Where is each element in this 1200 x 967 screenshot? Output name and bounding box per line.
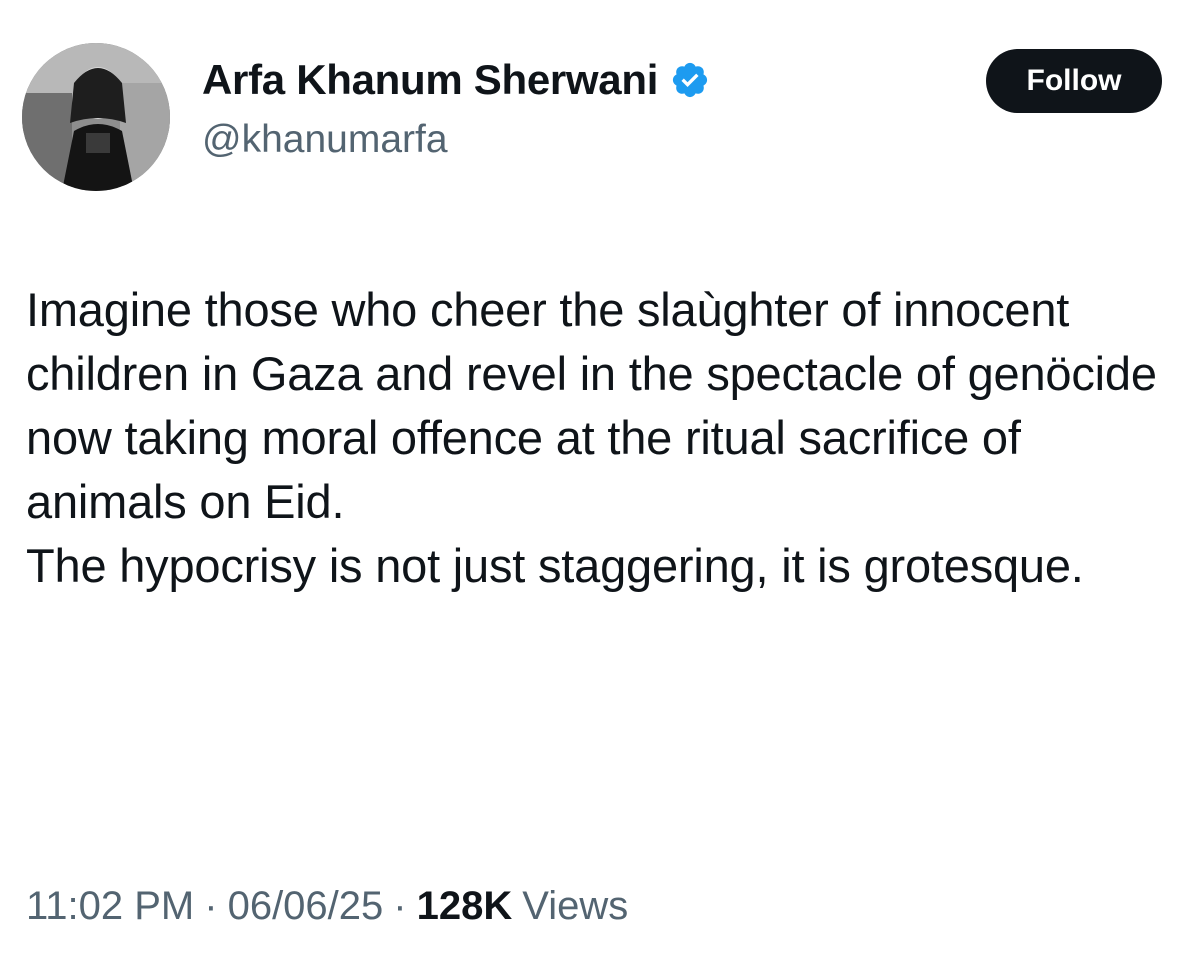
meta-separator: · bbox=[393, 884, 407, 928]
tweet-paragraph: Imagine those who cheer the slaùghter of… bbox=[26, 283, 1157, 528]
views-label: Views bbox=[522, 884, 629, 928]
author-display-name[interactable]: Arfa Khanum Sherwani bbox=[202, 56, 658, 104]
author-handle[interactable]: @khanumarfa bbox=[202, 118, 710, 162]
meta-separator: · bbox=[204, 884, 218, 928]
tweet-paragraph: The hypocrisy is not just staggering, it… bbox=[26, 539, 1084, 592]
tweet-date[interactable]: 06/06/25 bbox=[228, 884, 384, 929]
tweet-header: Arfa Khanum Sherwani @khanumarfa Follow bbox=[22, 40, 1162, 191]
tweet-card: Arfa Khanum Sherwani @khanumarfa Follow … bbox=[0, 0, 1200, 967]
author-info: Arfa Khanum Sherwani @khanumarfa bbox=[202, 52, 710, 162]
verified-badge-icon bbox=[670, 60, 710, 100]
tweet-meta: 11:02 PM · 06/06/25 · 128K Views bbox=[26, 884, 628, 929]
follow-button[interactable]: Follow bbox=[986, 49, 1162, 113]
avatar-image bbox=[22, 43, 170, 191]
tweet-text: Imagine those who cheer the slaùghter of… bbox=[26, 278, 1166, 598]
name-row: Arfa Khanum Sherwani bbox=[202, 52, 710, 108]
tweet-time[interactable]: 11:02 PM bbox=[26, 884, 194, 929]
avatar[interactable] bbox=[22, 43, 170, 191]
views-count[interactable]: 128K bbox=[417, 884, 513, 929]
